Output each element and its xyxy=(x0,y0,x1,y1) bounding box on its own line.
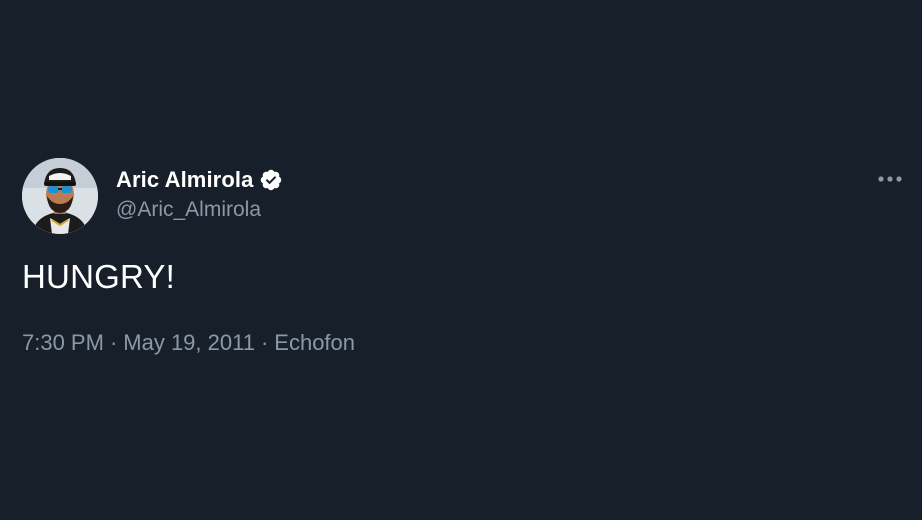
author-handle[interactable]: @Aric_Almirola xyxy=(116,198,261,222)
verified-badge-icon xyxy=(259,168,283,192)
avatar-photo-icon xyxy=(22,158,98,234)
tweet-card: Aric Almirola @Aric_Almirola HUNGRY! 7:3… xyxy=(0,0,922,520)
tweet-source: Echofon xyxy=(274,330,356,355)
meta-separator: · xyxy=(109,330,118,355)
tweet-time[interactable]: 7:30 PM xyxy=(22,330,104,355)
tweet-text: HUNGRY! xyxy=(22,258,175,295)
tweet-date[interactable]: May 19, 2011 xyxy=(123,330,255,355)
author-display-name[interactable]: Aric Almirola xyxy=(116,167,253,193)
avatar[interactable] xyxy=(22,158,98,234)
more-options-button[interactable] xyxy=(874,168,906,190)
author-name-row: Aric Almirola xyxy=(116,166,283,194)
meta-separator: · xyxy=(260,330,269,355)
more-options-icon xyxy=(878,176,902,182)
tweet-meta: 7:30 PM · May 19, 2011 · Echofon xyxy=(22,330,355,356)
